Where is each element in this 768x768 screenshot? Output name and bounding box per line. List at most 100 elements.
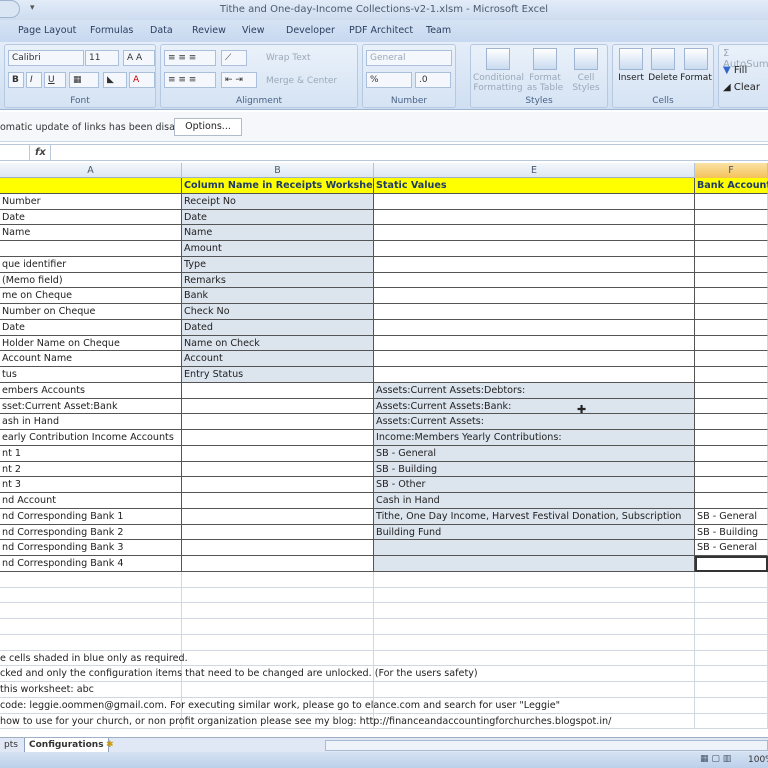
column-header-e[interactable]: E bbox=[374, 163, 695, 178]
cell-e[interactable] bbox=[374, 572, 695, 588]
formula-input[interactable] bbox=[50, 145, 768, 160]
cell-e[interactable]: Building Fund bbox=[374, 525, 695, 541]
cell-a[interactable] bbox=[0, 572, 182, 588]
cell-f[interactable] bbox=[695, 603, 768, 619]
fill-color-icon[interactable]: ◣ bbox=[103, 72, 127, 88]
cell-a[interactable]: nd Corresponding Bank 1 bbox=[0, 509, 182, 525]
cell-a[interactable] bbox=[0, 619, 182, 635]
cell-a[interactable]: sset:Current Asset:Bank bbox=[0, 399, 182, 415]
cell-e[interactable]: Cash in Hand bbox=[374, 493, 695, 509]
cell-f[interactable] bbox=[695, 336, 768, 352]
cell-f[interactable] bbox=[695, 288, 768, 304]
cell-b[interactable]: Receipt No bbox=[182, 194, 374, 210]
decimal-icon[interactable]: .0 bbox=[415, 72, 451, 88]
tab-team[interactable]: Team bbox=[426, 25, 451, 36]
format-as-table-button[interactable]: Format as Table bbox=[525, 48, 565, 93]
cell-b[interactable] bbox=[182, 430, 374, 446]
cell-f[interactable] bbox=[695, 588, 768, 604]
cell-a[interactable] bbox=[0, 603, 182, 619]
horizontal-align-icon[interactable]: ≡ ≡ ≡ bbox=[164, 72, 216, 88]
cell-b[interactable] bbox=[182, 572, 374, 588]
cell-f[interactable] bbox=[695, 320, 768, 336]
wrap-text-button[interactable]: Wrap Text bbox=[266, 53, 311, 63]
cell-b[interactable] bbox=[182, 383, 374, 399]
cell-f[interactable] bbox=[695, 194, 768, 210]
cell-f[interactable] bbox=[695, 241, 768, 257]
cell-b[interactable]: Dated bbox=[182, 320, 374, 336]
cell-e[interactable]: Tithe, One Day Income, Harvest Festival … bbox=[374, 509, 695, 525]
cell-e[interactable] bbox=[374, 241, 695, 257]
cell-e[interactable] bbox=[374, 257, 695, 273]
cell-a[interactable]: nt 3 bbox=[0, 477, 182, 493]
cell-a[interactable]: que identifier bbox=[0, 257, 182, 273]
cell-e[interactable]: Static Values bbox=[374, 178, 695, 194]
indent-icon[interactable]: ⇤ ⇥ bbox=[221, 72, 257, 88]
cell-b[interactable] bbox=[182, 588, 374, 604]
cell-b[interactable]: Bank bbox=[182, 288, 374, 304]
cell-e[interactable] bbox=[374, 194, 695, 210]
cell-f[interactable] bbox=[695, 619, 768, 635]
cell-f[interactable] bbox=[695, 273, 768, 289]
cell-a[interactable]: Number on Cheque bbox=[0, 304, 182, 320]
cell-b[interactable] bbox=[182, 556, 374, 572]
cell-b[interactable] bbox=[182, 603, 374, 619]
cell-a[interactable]: (Memo field) bbox=[0, 273, 182, 289]
column-header-a[interactable]: A bbox=[0, 163, 182, 178]
cell-f[interactable] bbox=[695, 493, 768, 509]
cell-b[interactable]: Entry Status bbox=[182, 367, 374, 383]
horizontal-scrollbar[interactable] bbox=[325, 740, 768, 751]
options-button[interactable]: Options... bbox=[174, 118, 242, 136]
column-header-f[interactable]: F bbox=[695, 163, 768, 178]
cell-e[interactable] bbox=[374, 651, 695, 667]
cell-a[interactable]: nd Corresponding Bank 4 bbox=[0, 556, 182, 572]
cell-f[interactable] bbox=[695, 651, 768, 667]
cell-e[interactable] bbox=[374, 635, 695, 651]
cell-b[interactable] bbox=[182, 493, 374, 509]
cell-b[interactable] bbox=[182, 619, 374, 635]
delete-button[interactable]: Delete bbox=[647, 48, 679, 83]
cell-b[interactable] bbox=[182, 682, 374, 698]
cell-b[interactable] bbox=[182, 540, 374, 556]
cell-styles-button[interactable]: Cell Styles bbox=[567, 48, 605, 93]
cell-a[interactable]: embers Accounts bbox=[0, 383, 182, 399]
cell-b[interactable] bbox=[182, 414, 374, 430]
cell-a[interactable]: tus bbox=[0, 367, 182, 383]
cell-e[interactable] bbox=[374, 619, 695, 635]
tab-data[interactable]: Data bbox=[150, 25, 173, 36]
cell-f[interactable]: SB - General bbox=[695, 540, 768, 556]
cell-f[interactable] bbox=[695, 635, 768, 651]
cell-f[interactable] bbox=[695, 399, 768, 415]
tab-formulas[interactable]: Formulas bbox=[90, 25, 133, 36]
format-button[interactable]: Format bbox=[679, 48, 713, 83]
cell-a[interactable] bbox=[0, 635, 182, 651]
borders-icon[interactable]: ▦ bbox=[69, 72, 99, 88]
cell-e[interactable] bbox=[374, 682, 695, 698]
cell-f[interactable] bbox=[695, 446, 768, 462]
cell-f[interactable] bbox=[695, 304, 768, 320]
cell-e[interactable] bbox=[374, 304, 695, 320]
cell-b[interactable] bbox=[182, 462, 374, 478]
cell-a[interactable]: Account Name bbox=[0, 351, 182, 367]
sheet-tab-receipts[interactable]: pts bbox=[0, 738, 22, 753]
cell-f[interactable]: Bank Account bbox=[695, 178, 768, 194]
cell-a[interactable] bbox=[0, 178, 182, 194]
cell-a[interactable]: Name bbox=[0, 225, 182, 241]
cell-a[interactable]: me on Cheque bbox=[0, 288, 182, 304]
insert-function-icon[interactable]: fx bbox=[35, 147, 46, 158]
fill-button[interactable]: ▼ Fill bbox=[723, 65, 747, 76]
cell-b[interactable] bbox=[182, 651, 374, 667]
zoom-level[interactable]: 100% bbox=[748, 755, 768, 765]
cell-a[interactable]: Date bbox=[0, 210, 182, 226]
cell-f[interactable]: SB - General bbox=[695, 509, 768, 525]
cell-f[interactable] bbox=[695, 367, 768, 383]
cell-e[interactable]: SB - Other bbox=[374, 477, 695, 493]
cell-f[interactable] bbox=[695, 714, 768, 730]
cell-e[interactable] bbox=[374, 210, 695, 226]
font-size-select[interactable]: 11 bbox=[85, 50, 119, 66]
cell-a[interactable]: nt 2 bbox=[0, 462, 182, 478]
tab-view[interactable]: View bbox=[242, 25, 265, 36]
percent-button[interactable]: % bbox=[366, 72, 412, 88]
cell-a[interactable]: nd Corresponding Bank 3 bbox=[0, 540, 182, 556]
cell-b[interactable]: Remarks bbox=[182, 273, 374, 289]
column-header-b[interactable]: B bbox=[182, 163, 374, 178]
